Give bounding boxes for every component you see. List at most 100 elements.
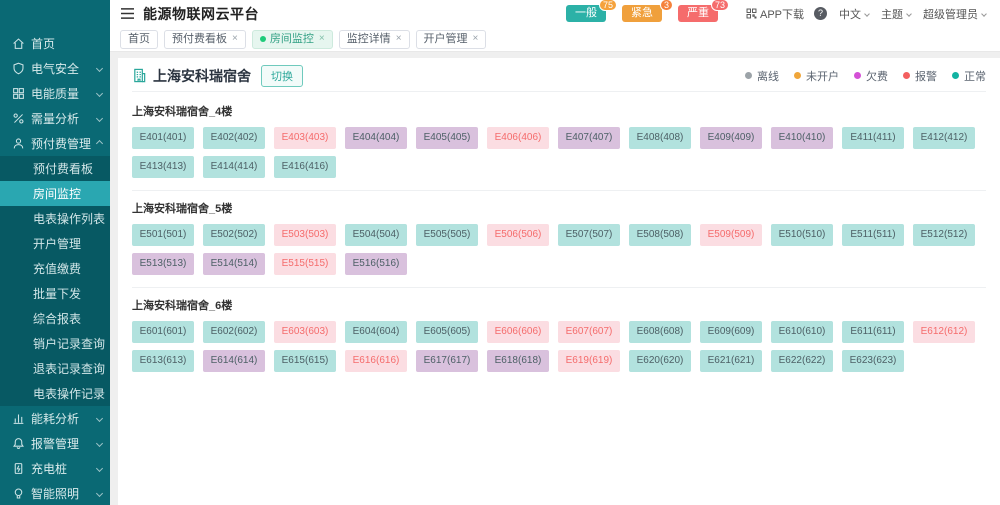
sidebar-subitem-销户记录查询[interactable]: 销户记录查询 — [0, 331, 110, 356]
sidebar-subitem-充值缴费[interactable]: 充值缴费 — [0, 256, 110, 281]
room-cell[interactable]: E504(504) — [345, 224, 407, 246]
room-cell[interactable]: E414(414) — [203, 156, 265, 178]
sidebar-subitem-房间监控[interactable]: 房间监控 — [0, 181, 110, 206]
room-cell[interactable]: E601(601) — [132, 321, 194, 343]
sidebar-subitem-预付费看板[interactable]: 预付费看板 — [0, 156, 110, 181]
sidebar-item-电气安全[interactable]: 电气安全 — [0, 56, 110, 81]
alarm-badge[interactable]: 紧急3 — [622, 5, 662, 22]
tab-close-icon[interactable]: × — [473, 34, 479, 44]
room-cell[interactable]: E505(505) — [416, 224, 478, 246]
room-cell[interactable]: E617(617) — [416, 350, 478, 372]
sidebar-item-首页[interactable]: 首页 — [0, 31, 110, 56]
sidebar-subitem-电表操作记录[interactable]: 电表操作记录 — [0, 381, 110, 406]
room-cell[interactable]: E609(609) — [700, 321, 762, 343]
room-cell[interactable]: E508(508) — [629, 224, 691, 246]
room-cell[interactable]: E516(516) — [345, 253, 407, 275]
sidebar-subitem-电表操作列表[interactable]: 电表操作列表 — [0, 206, 110, 231]
sidebar-item-需量分析[interactable]: 需量分析 — [0, 106, 110, 131]
room-cell[interactable]: E616(616) — [345, 350, 407, 372]
room-cell[interactable]: E506(506) — [487, 224, 549, 246]
sidebar-item-充电桩[interactable]: 充电桩 — [0, 456, 110, 481]
sidebar-subitem-开户管理[interactable]: 开户管理 — [0, 231, 110, 256]
room-cell[interactable]: E507(507) — [558, 224, 620, 246]
room-cell[interactable]: E607(607) — [558, 321, 620, 343]
room-cell[interactable]: E405(405) — [416, 127, 478, 149]
theme-select[interactable]: 主题 — [881, 6, 911, 22]
room-cell[interactable]: E513(513) — [132, 253, 194, 275]
room-cell[interactable]: E608(608) — [629, 321, 691, 343]
help-icon[interactable]: ? — [814, 7, 827, 20]
room-cell[interactable]: E407(407) — [558, 127, 620, 149]
floor-section: 上海安科瑞宿舍_6楼 E601(601) E602(602) E603(603) E60… — [132, 288, 986, 384]
room-cell[interactable]: E411(411) — [842, 127, 904, 149]
sidebar-subitem-退表记录查询[interactable]: 退表记录查询 — [0, 356, 110, 381]
room-cell[interactable]: E514(514) — [203, 253, 265, 275]
room-cell[interactable]: E605(605) — [416, 321, 478, 343]
sidebar-item-label: 智能照明 — [31, 485, 95, 502]
language-select[interactable]: 中文 — [839, 6, 869, 22]
room-cell[interactable]: E618(618) — [487, 350, 549, 372]
tab-首页[interactable]: 首页 — [120, 30, 158, 49]
room-cell[interactable]: E612(612) — [913, 321, 975, 343]
room-cell[interactable]: E611(611) — [842, 321, 904, 343]
room-cell[interactable]: E621(621) — [700, 350, 762, 372]
sidebar-subitem-综合报表[interactable]: 综合报表 — [0, 306, 110, 331]
qr-code-icon — [746, 8, 757, 19]
menu-toggle-icon[interactable] — [120, 7, 135, 20]
room-cell[interactable]: E615(615) — [274, 350, 336, 372]
switch-building-button[interactable]: 切换 — [261, 65, 303, 87]
sidebar-item-报警管理[interactable]: 报警管理 — [0, 431, 110, 456]
user-menu[interactable]: 超级管理员 — [923, 6, 986, 22]
room-cell[interactable]: E604(604) — [345, 321, 407, 343]
room-cell[interactable]: E620(620) — [629, 350, 691, 372]
floor-title: 上海安科瑞宿舍_6楼 — [132, 297, 986, 313]
legend-dot — [794, 72, 801, 79]
sidebar-item-能耗分析[interactable]: 能耗分析 — [0, 406, 110, 431]
room-cell[interactable]: E410(410) — [771, 127, 833, 149]
room-cell[interactable]: E622(622) — [771, 350, 833, 372]
sidebar-item-智能照明[interactable]: 智能照明 — [0, 481, 110, 505]
room-cell[interactable]: E606(606) — [487, 321, 549, 343]
room-cell[interactable]: E610(610) — [771, 321, 833, 343]
tab-close-icon[interactable]: × — [319, 34, 325, 44]
tab-开户管理[interactable]: 开户管理× — [416, 30, 487, 49]
room-cell[interactable]: E603(603) — [274, 321, 336, 343]
chevron-down-icon — [96, 440, 103, 447]
room-cell[interactable]: E503(503) — [274, 224, 336, 246]
room-cell[interactable]: E512(512) — [913, 224, 975, 246]
room-cell[interactable]: E602(602) — [203, 321, 265, 343]
tab-close-icon[interactable]: × — [232, 34, 238, 44]
room-cell[interactable]: E509(509) — [700, 224, 762, 246]
room-cell[interactable]: E404(404) — [345, 127, 407, 149]
room-cell[interactable]: E501(501) — [132, 224, 194, 246]
room-cell[interactable]: E613(613) — [132, 350, 194, 372]
room-cell[interactable]: E619(619) — [558, 350, 620, 372]
tab-监控详情[interactable]: 监控详情× — [339, 30, 410, 49]
legend-item-离线: 离线 — [745, 68, 779, 84]
room-cell[interactable]: E623(623) — [842, 350, 904, 372]
room-cell[interactable]: E412(412) — [913, 127, 975, 149]
room-cell[interactable]: E413(413) — [132, 156, 194, 178]
room-cell[interactable]: E402(402) — [203, 127, 265, 149]
sidebar-subitem-批量下发[interactable]: 批量下发 — [0, 281, 110, 306]
room-cell[interactable]: E502(502) — [203, 224, 265, 246]
room-cell[interactable]: E511(511) — [842, 224, 904, 246]
room-cell[interactable]: E510(510) — [771, 224, 833, 246]
room-cell[interactable]: E403(403) — [274, 127, 336, 149]
room-cell[interactable]: E401(401) — [132, 127, 194, 149]
tab-bar: 首页预付费看板× 房间监控× 监控详情× 开户管理× — [110, 27, 1000, 52]
sidebar-item-预付费管理[interactable]: 预付费管理 — [0, 131, 110, 156]
room-cell[interactable]: E614(614) — [203, 350, 265, 372]
tab-close-icon[interactable]: × — [396, 34, 402, 44]
room-cell[interactable]: E406(406) — [487, 127, 549, 149]
sidebar-item-电能质量[interactable]: 电能质量 — [0, 81, 110, 106]
alarm-badge[interactable]: 严重73 — [678, 5, 718, 22]
tab-房间监控[interactable]: 房间监控× — [252, 30, 333, 49]
room-cell[interactable]: E408(408) — [629, 127, 691, 149]
alarm-badge[interactable]: 一般75 — [566, 5, 606, 22]
room-cell[interactable]: E515(515) — [274, 253, 336, 275]
room-cell[interactable]: E409(409) — [700, 127, 762, 149]
tab-预付费看板[interactable]: 预付费看板× — [164, 30, 246, 49]
app-download-link[interactable]: APP下载 — [746, 6, 804, 22]
room-cell[interactable]: E416(416) — [274, 156, 336, 178]
